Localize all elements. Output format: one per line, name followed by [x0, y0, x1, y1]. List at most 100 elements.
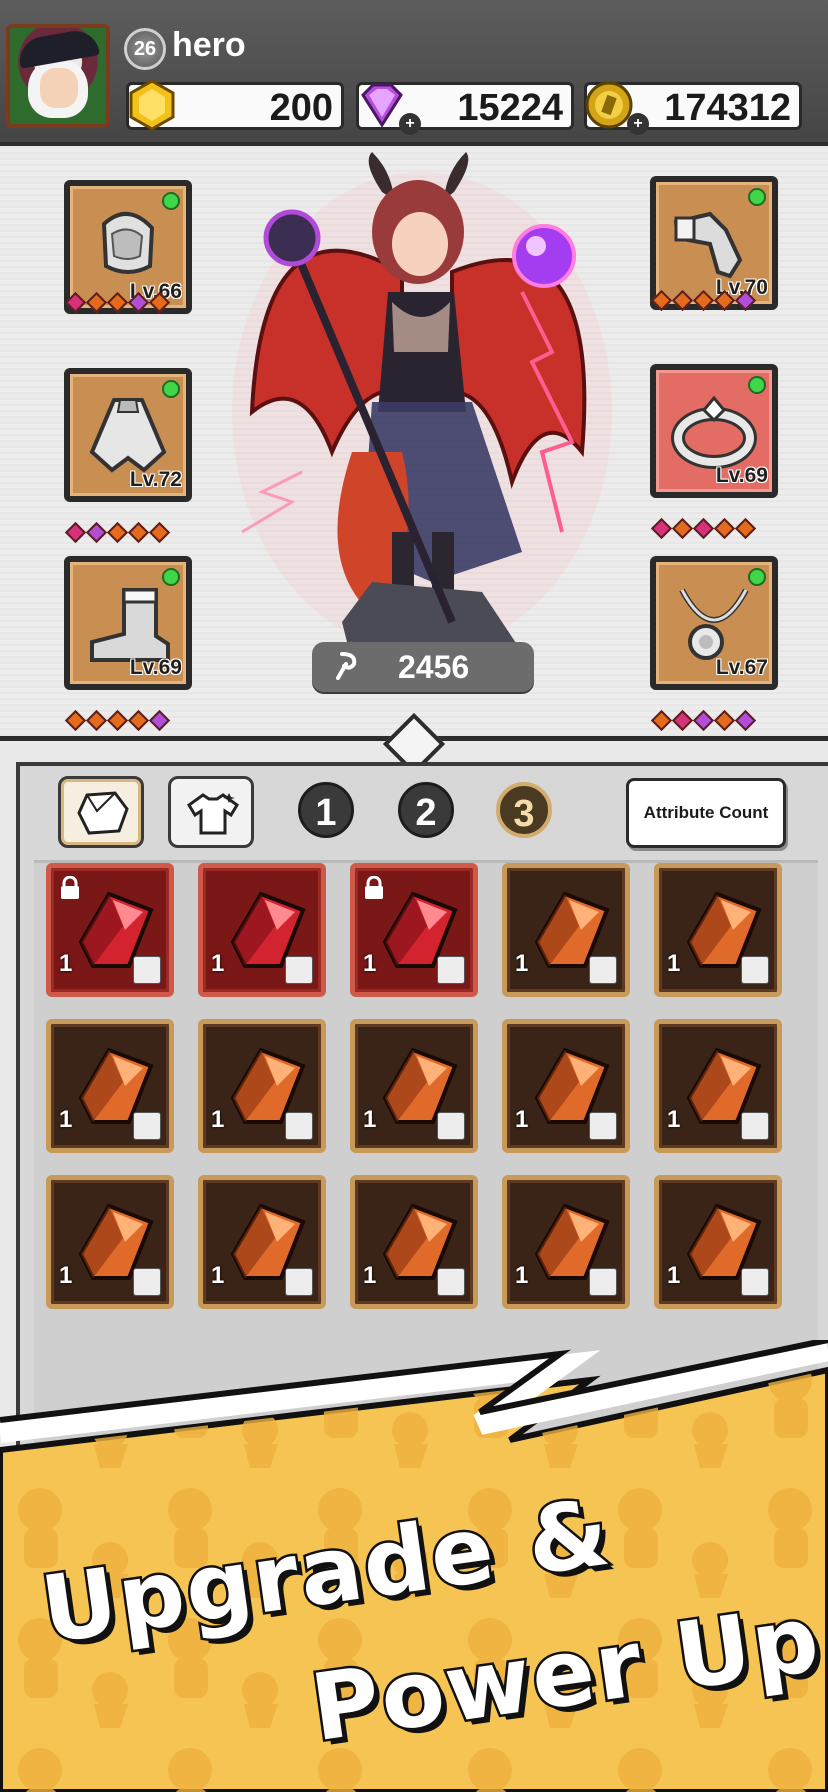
socket-gem: [148, 521, 171, 544]
inventory-item[interactable]: 1: [654, 1175, 782, 1309]
hero-power-display: 2456: [312, 642, 534, 692]
inventory-item[interactable]: 1: [198, 863, 326, 997]
item-count: 1: [211, 950, 225, 977]
inventory-item[interactable]: 1: [502, 1175, 630, 1309]
inventory-item[interactable]: 1: [46, 863, 174, 997]
page-button-1[interactable]: 1: [298, 782, 354, 838]
slot-ready-indicator: [162, 380, 180, 398]
socket-gem: [734, 709, 757, 732]
inventory-item[interactable]: 1: [654, 1019, 782, 1153]
helmet-icon: [101, 212, 155, 274]
socket-gem: [713, 289, 736, 312]
gem-counter: + 15224: [356, 82, 574, 135]
item-type-icon: [741, 1268, 769, 1296]
gold-icon: [129, 79, 175, 131]
item-count: 1: [363, 950, 377, 977]
necklace-icon: [679, 588, 749, 660]
socket-gem: [127, 709, 150, 732]
equip-slot-boots[interactable]: Lv.69: [64, 556, 192, 690]
gauntlet-icon: [673, 211, 743, 279]
socket-gem: [671, 709, 694, 732]
page-button-2[interactable]: 2: [398, 782, 454, 838]
socket-gem: [85, 709, 108, 732]
stone-icon: [77, 791, 129, 835]
boots-icon: [90, 588, 170, 662]
item-type-icon: [589, 1112, 617, 1140]
item-count: 1: [515, 1262, 529, 1289]
inventory-item[interactable]: 1: [46, 1019, 174, 1153]
slot-level: Lv.69: [715, 464, 768, 487]
inventory-item[interactable]: 1: [654, 863, 782, 997]
equip-slot-ring[interactable]: Lv.69: [650, 364, 778, 498]
item-count: 1: [667, 1106, 681, 1133]
item-count: 1: [59, 1262, 73, 1289]
tab-equipment[interactable]: [168, 776, 254, 848]
power-icon: [336, 652, 357, 680]
socket-gem: [692, 709, 715, 732]
item-type-icon: [437, 1268, 465, 1296]
socket-gem: [148, 291, 171, 314]
socket-gem: [148, 709, 171, 732]
item-type-icon: [285, 956, 313, 984]
inventory-item[interactable]: 1: [350, 1175, 478, 1309]
coin-counter: + 174312: [584, 81, 802, 135]
shirt-icon: [187, 793, 239, 835]
equip-slot-necklace[interactable]: Lv.67: [650, 556, 778, 690]
socket-gem: [64, 291, 87, 314]
page-button-3[interactable]: 3: [496, 782, 552, 838]
socket-gem: [85, 521, 108, 544]
gold-value: 200: [269, 87, 333, 129]
socket-gem: [106, 709, 129, 732]
inventory-item[interactable]: 1: [198, 1019, 326, 1153]
item-type-icon: [741, 1112, 769, 1140]
ring-icon: [671, 395, 757, 469]
gem-row-necklace: [650, 709, 757, 732]
add-coins-icon[interactable]: +: [627, 113, 649, 135]
item-count: 1: [363, 1262, 377, 1289]
gem-value: 15224: [457, 87, 563, 129]
socket-gem: [64, 709, 87, 732]
hero-power-value: 2456: [398, 649, 470, 685]
slot-ready-indicator: [162, 568, 180, 586]
item-count: 1: [363, 1106, 377, 1133]
cape-icon: [89, 398, 167, 473]
item-count: 1: [211, 1106, 225, 1133]
socket-gem: [713, 517, 736, 540]
item-count: 1: [515, 1106, 529, 1133]
gem-row-cape: [64, 521, 171, 544]
item-count: 1: [211, 1262, 225, 1289]
item-type-icon: [285, 1112, 313, 1140]
inventory-item[interactable]: 1: [198, 1175, 326, 1309]
gem-row-helmet: [64, 291, 171, 314]
inventory-item[interactable]: 1: [350, 1019, 478, 1153]
inventory-item[interactable]: 1: [350, 863, 478, 997]
slot-level: Lv.67: [715, 656, 768, 679]
item-type-icon: [437, 956, 465, 984]
inventory-item[interactable]: 1: [46, 1175, 174, 1309]
socket-gem: [692, 289, 715, 312]
socket-gem: [671, 289, 694, 312]
add-gems-icon[interactable]: +: [399, 113, 421, 135]
item-type-icon: [741, 956, 769, 984]
socket-gem: [692, 517, 715, 540]
player-avatar[interactable]: [6, 24, 110, 128]
gem-row-gauntlet: [650, 289, 757, 312]
item-type-icon: [133, 1268, 161, 1296]
slot-level: Lv.72: [129, 468, 182, 491]
item-type-icon: [133, 956, 161, 984]
item-count: 1: [667, 950, 681, 977]
slot-ready-indicator: [748, 568, 766, 586]
inventory-item[interactable]: 1: [502, 1019, 630, 1153]
socket-gem: [734, 289, 757, 312]
socket-gem: [106, 291, 129, 314]
inventory-item[interactable]: 1: [502, 863, 630, 997]
equip-slot-cape[interactable]: Lv.72: [64, 368, 192, 502]
tab-stones[interactable]: [58, 776, 144, 848]
slot-level: Lv.69: [129, 656, 182, 679]
hero-character-illustration[interactable]: [222, 152, 622, 672]
attribute-count-button[interactable]: Attribute Count: [626, 778, 786, 848]
slot-ready-indicator: [162, 192, 180, 210]
socket-gem: [127, 521, 150, 544]
lock-icon: [61, 876, 79, 899]
gem-row-ring: [650, 517, 757, 540]
